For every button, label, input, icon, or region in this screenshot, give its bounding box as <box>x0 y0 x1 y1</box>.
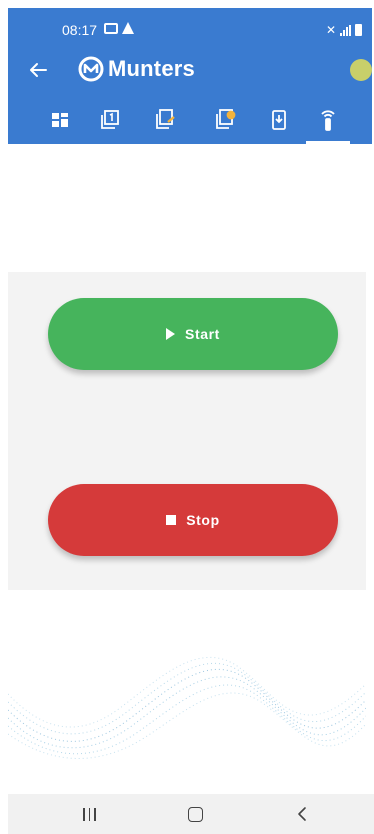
stop-icon <box>166 515 177 525</box>
home-icon[interactable] <box>188 807 203 822</box>
back-arrow-icon[interactable] <box>26 58 50 82</box>
decorative-wave <box>8 656 366 759</box>
control-panel: Start Stop <box>8 272 366 590</box>
gallery-notification-icon <box>104 23 118 34</box>
status-indicators: ✕ <box>326 23 362 37</box>
app-screen: 08:17 ✕ Munters Start Stop <box>0 0 374 834</box>
signal-icon <box>340 24 351 36</box>
tab-mobile-download[interactable] <box>265 106 293 134</box>
mobile-download-icon <box>272 110 286 130</box>
app-bar: 08:17 ✕ Munters <box>8 8 372 144</box>
tab-dashboard[interactable] <box>46 106 74 134</box>
start-button[interactable]: Start <box>48 298 338 370</box>
remote-control-icon <box>321 110 335 131</box>
page-one-icon <box>101 110 119 129</box>
battery-icon <box>355 24 362 36</box>
status-bar: 08:17 ✕ <box>8 8 372 52</box>
recents-icon[interactable] <box>83 808 96 821</box>
status-time: 08:17 <box>62 22 98 38</box>
back-icon[interactable] <box>294 805 310 823</box>
tab-page-one[interactable] <box>96 106 124 134</box>
warning-notification-icon <box>122 22 134 34</box>
stop-label: Stop <box>186 512 220 528</box>
document-settings-icon <box>216 109 236 129</box>
tab-bar <box>8 102 372 144</box>
app-logo: Munters <box>78 56 195 82</box>
tab-document-edit[interactable] <box>152 106 180 134</box>
top-panel <box>8 146 366 272</box>
mute-icon: ✕ <box>325 23 336 37</box>
brand-name: Munters <box>108 56 195 81</box>
system-nav-bar <box>8 794 374 834</box>
connection-status-dot <box>350 59 372 81</box>
document-edit-icon <box>156 109 175 129</box>
tab-document-settings[interactable] <box>212 106 240 134</box>
stop-button[interactable]: Stop <box>48 484 338 556</box>
dashboard-grid-icon <box>52 113 68 127</box>
selected-tab-indicator <box>306 141 350 144</box>
play-icon <box>166 328 176 340</box>
tab-remote-control[interactable] <box>314 106 342 134</box>
start-label: Start <box>185 326 220 342</box>
munters-logo-icon <box>78 56 104 82</box>
